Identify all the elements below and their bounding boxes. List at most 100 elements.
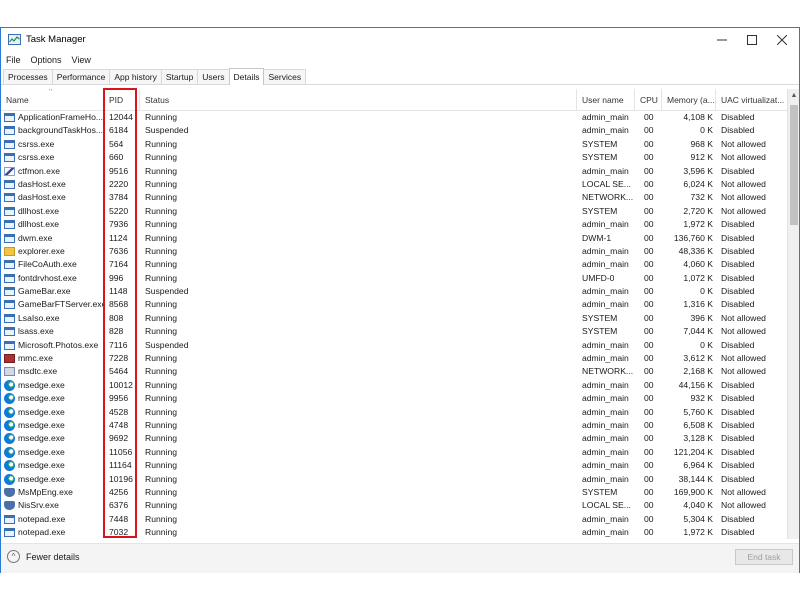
process-memory: 1,972 K <box>683 219 713 230</box>
process-uac: Disabled <box>721 245 755 256</box>
process-name: csrss.exe <box>18 138 55 149</box>
menu-view[interactable]: View <box>72 55 91 65</box>
process-user: admin_main <box>582 527 629 538</box>
process-uac: Disabled <box>721 232 755 243</box>
task-manager-icon <box>8 34 21 45</box>
process-cpu: 00 <box>644 205 654 216</box>
tab-services[interactable]: Services <box>263 69 307 84</box>
tab-app-history[interactable]: App history <box>109 69 162 84</box>
tab-processes[interactable]: Processes <box>3 69 53 84</box>
minimize-button[interactable] <box>707 28 737 51</box>
process-status: Running <box>145 205 178 216</box>
process-uac: Disabled <box>721 393 755 404</box>
process-name: NisSrv.exe <box>18 500 59 511</box>
process-user: SYSTEM <box>582 138 618 149</box>
vertical-scrollbar[interactable]: ▲ <box>787 89 799 539</box>
process-name: FileCoAuth.exe <box>18 259 77 270</box>
process-status: Running <box>145 112 178 122</box>
process-memory: 5,304 K <box>683 513 713 524</box>
maximize-button[interactable] <box>737 28 767 51</box>
process-cpu: 00 <box>644 339 654 350</box>
column-header-cpu[interactable]: CPU <box>635 89 662 111</box>
process-uac: Not allowed <box>721 353 766 364</box>
column-header-uac[interactable]: UAC virtualizat... <box>716 89 787 111</box>
process-memory: 0 K <box>700 286 713 297</box>
process-uac: Disabled <box>721 259 755 270</box>
close-button[interactable] <box>767 28 797 51</box>
process-cpu: 00 <box>644 259 654 270</box>
process-memory: 44,156 K <box>678 379 713 390</box>
process-cpu: 00 <box>644 178 654 189</box>
process-user: admin_main <box>582 406 629 417</box>
process-memory: 1,316 K <box>683 299 713 310</box>
process-status: Running <box>145 353 178 364</box>
process-uac: Disabled <box>721 473 755 484</box>
process-cpu: 00 <box>644 353 654 364</box>
column-header-user-name[interactable]: User name <box>577 89 635 111</box>
process-status: Running <box>145 272 178 283</box>
process-status: Running <box>145 152 178 163</box>
process-user: SYSTEM <box>582 205 618 216</box>
process-user: SYSTEM <box>582 486 618 497</box>
process-cpu: 00 <box>644 513 654 524</box>
process-uac: Disabled <box>721 527 755 538</box>
process-user: admin_main <box>582 165 629 176</box>
process-name: backgroundTaskHos... <box>18 125 104 136</box>
process-status: Running <box>145 259 178 270</box>
tab-performance[interactable]: Performance <box>51 69 111 84</box>
process-memory: 1,072 K <box>683 272 713 283</box>
process-cpu: 00 <box>644 406 654 417</box>
process-cpu: 00 <box>644 219 654 230</box>
footer-bar: ^ Fewer details End task <box>1 543 799 573</box>
process-cpu: 00 <box>644 299 654 310</box>
process-memory: 136,760 K <box>673 232 713 243</box>
process-cpu: 00 <box>644 527 654 538</box>
process-memory: 169,900 K <box>673 486 713 497</box>
column-header-name[interactable]: ^ Name <box>1 89 104 111</box>
process-uac: Not allowed <box>721 138 766 149</box>
process-user: admin_main <box>582 446 629 457</box>
process-cpu: 00 <box>644 138 654 149</box>
process-user: admin_main <box>582 339 629 350</box>
process-uac: Disabled <box>721 379 755 390</box>
process-memory: 2,720 K <box>683 205 713 216</box>
menu-options[interactable]: Options <box>31 55 62 65</box>
tab-users[interactable]: Users <box>197 69 230 84</box>
process-user: SYSTEM <box>582 152 618 163</box>
process-status: Running <box>145 219 178 230</box>
process-uac: Not allowed <box>721 312 766 323</box>
column-header-name-label: Name <box>6 95 29 105</box>
process-name: csrss.exe <box>18 152 55 163</box>
process-uac: Not allowed <box>721 486 766 497</box>
process-memory: 5,760 K <box>683 406 713 417</box>
process-user: UMFD-0 <box>582 272 615 283</box>
process-uac: Disabled <box>721 286 755 297</box>
scroll-thumb[interactable] <box>790 105 798 225</box>
end-task-button[interactable]: End task <box>735 549 793 565</box>
process-name: fontdrvhost.exe <box>18 272 77 283</box>
column-header-memory[interactable]: Memory (a... <box>662 89 716 111</box>
process-cpu: 00 <box>644 245 654 256</box>
process-status: Running <box>145 232 178 243</box>
tab-details[interactable]: Details <box>228 68 265 85</box>
process-name: notepad.exe <box>18 527 66 538</box>
process-uac: Disabled <box>721 125 755 136</box>
process-status: Running <box>145 312 178 323</box>
chevron-up-icon[interactable]: ^ <box>7 550 20 563</box>
process-user: LOCAL SE... <box>582 178 631 189</box>
process-status: Running <box>145 178 178 189</box>
menu-file[interactable]: File <box>6 55 21 65</box>
tab-startup[interactable]: Startup <box>160 69 199 84</box>
process-status: Running <box>145 513 178 524</box>
process-status: Running <box>145 500 178 511</box>
process-cpu: 00 <box>644 379 654 390</box>
process-memory: 912 K <box>690 152 713 163</box>
process-uac: Disabled <box>721 419 755 430</box>
process-status: Running <box>145 192 178 203</box>
process-uac: Disabled <box>721 299 755 310</box>
fewer-details-link[interactable]: Fewer details <box>26 552 80 562</box>
scroll-up-icon[interactable]: ▲ <box>788 89 799 103</box>
process-user: admin_main <box>582 353 629 364</box>
column-header-status[interactable]: Status <box>140 89 577 111</box>
process-name: msedge.exe <box>18 406 65 417</box>
